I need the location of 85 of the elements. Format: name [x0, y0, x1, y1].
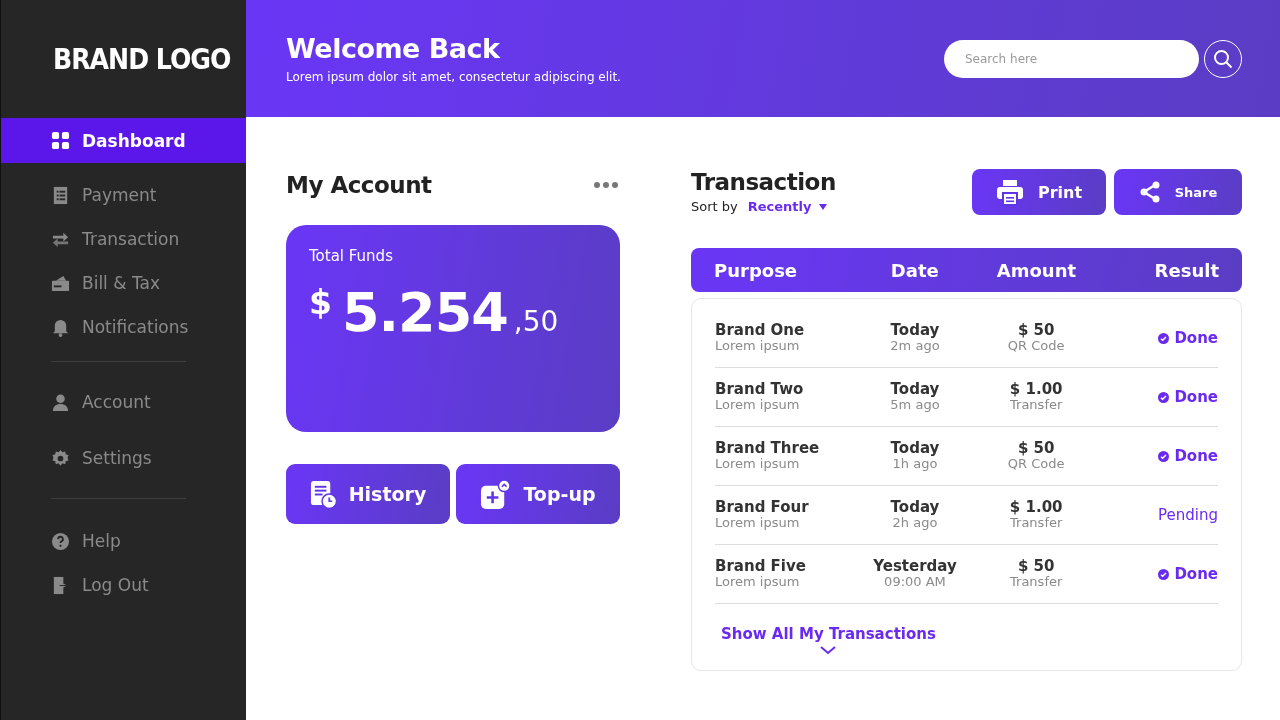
amount-detail: Transfer — [1010, 398, 1063, 414]
add-square-icon — [480, 478, 512, 510]
sidebar-item[interactable]: Settings — [1, 430, 246, 486]
column-header: Amount — [995, 259, 1078, 281]
more-icon[interactable] — [592, 180, 620, 190]
share-icon — [1138, 181, 1161, 203]
funds-amount: 5.254 — [341, 281, 508, 344]
caret-icon — [819, 203, 828, 210]
user-icon — [51, 392, 70, 412]
date-text: Today — [890, 439, 940, 458]
check-circle-icon — [1158, 332, 1170, 344]
sidebar-item[interactable]: Help — [1, 519, 246, 563]
purpose-detail: Lorem ipsum — [715, 339, 801, 355]
purpose-text: Brand Three — [715, 439, 821, 458]
search-icon — [1213, 48, 1233, 69]
date-text: Today — [890, 380, 940, 399]
page-subtitle: Lorem ipsum dolor sit amet, consectetur adipiscing elit. — [286, 70, 621, 84]
amount-detail: Transfer — [1010, 575, 1063, 591]
sidebar-item[interactable]: Dashboard — [1, 118, 246, 163]
sort-label: Sort by — [691, 199, 738, 214]
sidebar-item[interactable]: Notifications — [1, 305, 246, 349]
page-title: Welcome Back — [286, 33, 501, 64]
column-header: Result — [1153, 259, 1219, 281]
status-label: Done — [1158, 565, 1218, 583]
logout-icon — [51, 575, 70, 595]
column-header: Purpose — [714, 259, 799, 281]
grid-icon — [51, 131, 70, 150]
sidebar-item[interactable]: Account — [1, 374, 246, 430]
amount-detail: Transfer — [1010, 516, 1063, 532]
funds-cents: ,50 — [513, 305, 559, 338]
sidebar-item[interactable]: Bill & Tax — [1, 261, 246, 305]
amount-text: $ 1.00 — [1009, 380, 1063, 399]
date-text: Yesterday — [873, 557, 957, 576]
amount-detail: QR Code — [1007, 457, 1065, 473]
bell-icon — [51, 317, 70, 337]
purpose-detail: Lorem ipsum — [715, 398, 801, 414]
sidebar-item[interactable]: Log Out — [1, 563, 246, 607]
purpose-detail: Lorem ipsum — [715, 457, 801, 473]
print-button[interactable]: Print — [972, 169, 1106, 215]
purpose-text: Brand Four — [715, 498, 810, 517]
gear-icon — [51, 448, 70, 468]
sidebar-item[interactable]: Transaction — [1, 217, 246, 261]
check-circle-icon — [1158, 568, 1170, 580]
currency-symbol: $ — [309, 283, 332, 322]
sidebar-item[interactable]: Payment — [1, 173, 246, 217]
chevron-down-icon — [820, 646, 837, 655]
date-text: Today — [890, 321, 940, 340]
amount-text: $ 50 — [1017, 557, 1055, 576]
status-label: Done — [1158, 447, 1218, 465]
check-circle-icon — [1158, 450, 1170, 462]
amount-text: $ 50 — [1017, 439, 1055, 458]
help-icon — [51, 531, 70, 551]
purpose-detail: Lorem ipsum — [715, 575, 801, 591]
status-label: Done — [1158, 388, 1218, 406]
date-detail: 2h ago — [892, 516, 938, 532]
column-header: Date — [889, 259, 940, 281]
amount-detail: QR Code — [1007, 339, 1065, 355]
date-detail: 2m ago — [890, 339, 940, 355]
purpose-text: Brand Two — [715, 380, 805, 399]
show-all-link[interactable]: Show All My Transactions — [715, 624, 942, 656]
receipt-icon — [51, 185, 70, 205]
date-detail: 1h ago — [892, 457, 938, 473]
status-label: Done — [1158, 329, 1218, 347]
check-circle-icon — [1158, 391, 1170, 403]
sort-dropdown[interactable]: Recently — [747, 199, 828, 214]
printer-icon — [995, 178, 1024, 206]
share-button[interactable]: Share — [1114, 169, 1242, 215]
purpose-text: Brand One — [715, 321, 806, 340]
amount-text: $ 50 — [1017, 321, 1055, 340]
card-icon — [51, 273, 70, 293]
history-icon — [309, 479, 337, 509]
search-field[interactable]: Search here — [944, 39, 1199, 78]
amount-text: $ 1.00 — [1009, 498, 1063, 517]
date-text: Today — [890, 498, 940, 517]
section-title: Transaction — [691, 169, 836, 195]
funds-label: Total Funds — [309, 247, 394, 265]
brand-logo: BRAND LOGO — [52, 41, 232, 78]
date-detail: 5m ago — [890, 398, 940, 414]
purpose-detail: Lorem ipsum — [715, 516, 801, 532]
history-button[interactable]: History — [286, 464, 450, 524]
status-label: Pending — [1158, 506, 1218, 524]
purpose-text: Brand Five — [715, 557, 807, 576]
top-up-button[interactable]: Top-up — [456, 464, 620, 524]
date-detail: 09:00 AM — [884, 575, 946, 591]
section-title: My Account — [286, 172, 432, 198]
